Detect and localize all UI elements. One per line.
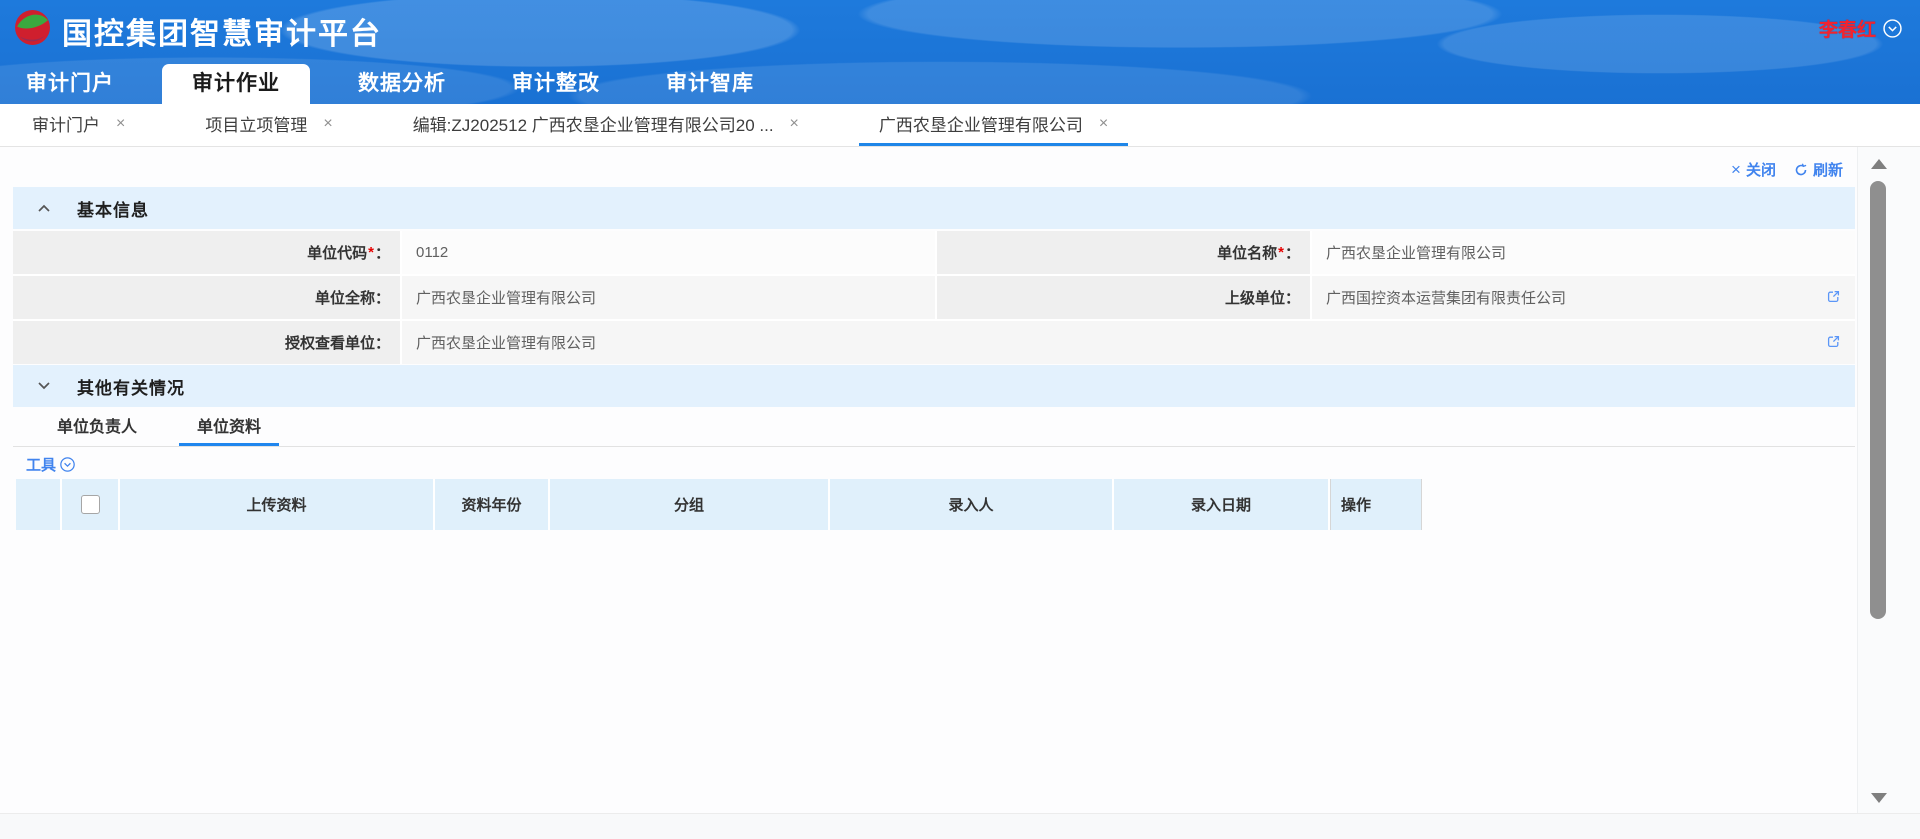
required-mark: * (1278, 244, 1284, 261)
workspace-tab-project-setup[interactable]: 项目立项管理 × (185, 104, 352, 146)
authorized-view-unit-label: 授权查看单位： (13, 321, 400, 364)
bottom-strip (0, 813, 1920, 839)
col-entry-date: 录入日期 (1114, 479, 1328, 530)
nav-item-audit-knowledge[interactable]: 审计智库 (648, 64, 772, 104)
unit-code-label: 单位代码*： (13, 231, 400, 274)
unit-full-name-field[interactable]: 广西农垦企业管理有限公司 (402, 276, 935, 319)
close-icon[interactable]: × (116, 115, 125, 133)
close-icon[interactable]: × (1099, 115, 1108, 133)
unit-code-field[interactable]: 0112 (402, 231, 935, 274)
close-page-button[interactable]: × 关闭 (1731, 159, 1776, 180)
tab-unit-leader[interactable]: 单位负责人 (39, 407, 155, 446)
user-name: 李春红 (1819, 15, 1876, 42)
documents-table-header: 上传资料 资料年份 分组 录入人 录入日期 操作 (16, 479, 1422, 530)
nav-item-audit-work[interactable]: 审计作业 (162, 64, 310, 104)
section-title: 基本信息 (77, 196, 149, 221)
other-info-tab-bar: 单位负责人 单位资料 (13, 407, 1855, 447)
chevron-up-icon (37, 203, 51, 213)
close-icon[interactable]: × (790, 115, 799, 133)
col-doc-year: 资料年份 (435, 479, 548, 530)
scroll-down-button[interactable] (1871, 793, 1887, 803)
workspace-tab-edit-project[interactable]: 编辑:ZJ202512 广西农垦企业管理有限公司20 ... × (393, 104, 819, 146)
nav-item-audit-rectify[interactable]: 审计整改 (494, 64, 618, 104)
refresh-icon (1794, 163, 1808, 177)
tab-label: 广西农垦企业管理有限公司 (879, 111, 1083, 136)
section-header-basic-info[interactable]: 基本信息 (13, 187, 1855, 229)
workspace-tab-company-detail[interactable]: 广西农垦企业管理有限公司 × (859, 104, 1128, 146)
page-title: 国控集团智慧审计平台 (62, 9, 382, 53)
workspace-tab-bar: 审计门户 × 项目立项管理 × 编辑:ZJ202512 广西农垦企业管理有限公司… (0, 104, 1920, 147)
close-icon[interactable]: × (323, 115, 332, 133)
authorized-view-unit-field[interactable]: 广西农垦企业管理有限公司 (402, 321, 1855, 364)
page-actions: × 关闭 刷新 (1731, 159, 1843, 180)
company-logo-icon (14, 9, 51, 46)
unit-name-label: 单位名称*： (937, 231, 1310, 274)
top-banner: 国控集团智慧审计平台 李春红 审计门户 审计作业 数据分析 审计整改 审计智库 (0, 0, 1920, 104)
chevron-down-circle-icon (1883, 19, 1902, 38)
section-title: 其他有关情况 (77, 374, 185, 399)
tab-label: 审计门户 (32, 111, 100, 136)
workspace-tab-audit-portal[interactable]: 审计门户 × (12, 104, 145, 146)
external-link-icon[interactable] (1826, 334, 1841, 349)
app-window: 国控集团智慧审计平台 李春红 审计门户 审计作业 数据分析 审计整改 审计智库 … (0, 0, 1920, 839)
unit-name-field[interactable]: 广西农垦企业管理有限公司 (1312, 231, 1855, 274)
chevron-down-circle-icon (60, 457, 75, 472)
parent-unit-field[interactable]: 广西国控资本运营集团有限责任公司 (1312, 276, 1855, 319)
content-area: × 关闭 刷新 基本信息 单位代码*： (0, 147, 1857, 813)
section-header-other-info[interactable]: 其他有关情况 (13, 365, 1855, 407)
parent-unit-label: 上级单位： (937, 276, 1310, 319)
tab-label: 项目立项管理 (205, 111, 307, 136)
select-all-cell (62, 479, 118, 530)
col-operation: 操作 (1330, 479, 1422, 530)
col-entered-by: 录入人 (830, 479, 1112, 530)
select-all-checkbox[interactable] (81, 495, 100, 514)
row-index-header-cell (16, 479, 60, 530)
tab-unit-documents[interactable]: 单位资料 (179, 407, 279, 446)
tab-label: 编辑:ZJ202512 广西农垦企业管理有限公司20 ... (413, 111, 774, 136)
col-group: 分组 (550, 479, 828, 530)
scrollbar-thumb[interactable] (1870, 181, 1886, 619)
unit-full-name-label: 单位全称： (13, 276, 400, 319)
external-link-icon[interactable] (1826, 289, 1841, 304)
close-icon: × (1731, 160, 1741, 180)
col-upload-doc: 上传资料 (120, 479, 433, 530)
basic-info-form: 单位代码*： 0112 单位名称*： 广西农垦企业管理有限公司 单位全称： 广西… (13, 231, 1855, 364)
main-nav: 审计门户 审计作业 数据分析 审计整改 审计智库 (8, 64, 772, 104)
nav-item-data-analysis[interactable]: 数据分析 (340, 64, 464, 104)
required-mark: * (368, 244, 374, 261)
chevron-down-icon (37, 381, 51, 391)
user-menu[interactable]: 李春红 (1819, 15, 1902, 42)
nav-item-audit-portal[interactable]: 审计门户 (8, 64, 132, 104)
header-row: 国控集团智慧审计平台 李春红 (0, 0, 1920, 55)
tools-menu[interactable]: 工具 (26, 454, 75, 475)
vertical-scrollbar (1857, 147, 1920, 813)
refresh-page-button[interactable]: 刷新 (1794, 159, 1843, 180)
scroll-up-button[interactable] (1871, 159, 1887, 169)
